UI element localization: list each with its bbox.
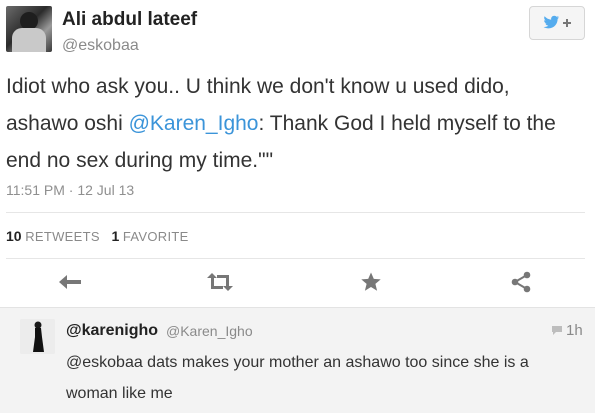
share-button[interactable] bbox=[505, 268, 537, 296]
retweet-button[interactable] bbox=[204, 268, 236, 296]
twitter-bird-follow-icon bbox=[543, 15, 571, 29]
retweet-icon bbox=[207, 273, 233, 291]
reply-avatar[interactable] bbox=[20, 319, 55, 354]
reply-arrow-icon bbox=[59, 275, 81, 289]
retweets-label[interactable]: RETWEETS bbox=[25, 229, 100, 244]
author-avatar[interactable] bbox=[6, 6, 52, 52]
retweets-count[interactable]: 10 bbox=[6, 228, 22, 244]
reply-tweet[interactable]: @karenigho @Karen_Igho 1h @eskobaa dats … bbox=[0, 307, 595, 413]
favorites-count[interactable]: 1 bbox=[111, 228, 119, 244]
favorites-label[interactable]: FAVORITE bbox=[123, 229, 189, 244]
tweet-stats: 10 RETWEETS 1 FAVORITE bbox=[6, 228, 197, 244]
tweet-text: Idiot who ask you.. U think we don't kno… bbox=[6, 68, 586, 179]
main-tweet: Ali abdul lateef @eskobaa Idiot who ask … bbox=[0, 0, 595, 307]
reply-author-handle[interactable]: @Karen_Igho bbox=[166, 323, 253, 339]
reply-time-text: 1h bbox=[566, 322, 583, 339]
star-icon bbox=[361, 272, 381, 291]
author-name[interactable]: Ali abdul lateef bbox=[62, 9, 197, 31]
divider bbox=[6, 212, 585, 213]
share-icon bbox=[511, 271, 531, 293]
divider bbox=[6, 258, 585, 259]
tweet-actions bbox=[0, 264, 595, 300]
tweet-timestamp[interactable]: 11:51 PM · 12 Jul 13 bbox=[6, 182, 134, 198]
reply-time: 1h bbox=[551, 322, 583, 339]
mention-link[interactable]: @Karen_Igho bbox=[129, 112, 259, 135]
reply-text: @eskobaa dats makes your mother an ashaw… bbox=[66, 354, 529, 402]
favorite-button[interactable] bbox=[355, 268, 387, 296]
speech-bubble-icon bbox=[552, 326, 562, 335]
follow-button[interactable] bbox=[529, 6, 585, 40]
reply-button[interactable] bbox=[54, 268, 86, 296]
reply-author-name[interactable]: @karenigho bbox=[66, 322, 158, 340]
author-handle[interactable]: @eskobaa bbox=[62, 37, 139, 55]
